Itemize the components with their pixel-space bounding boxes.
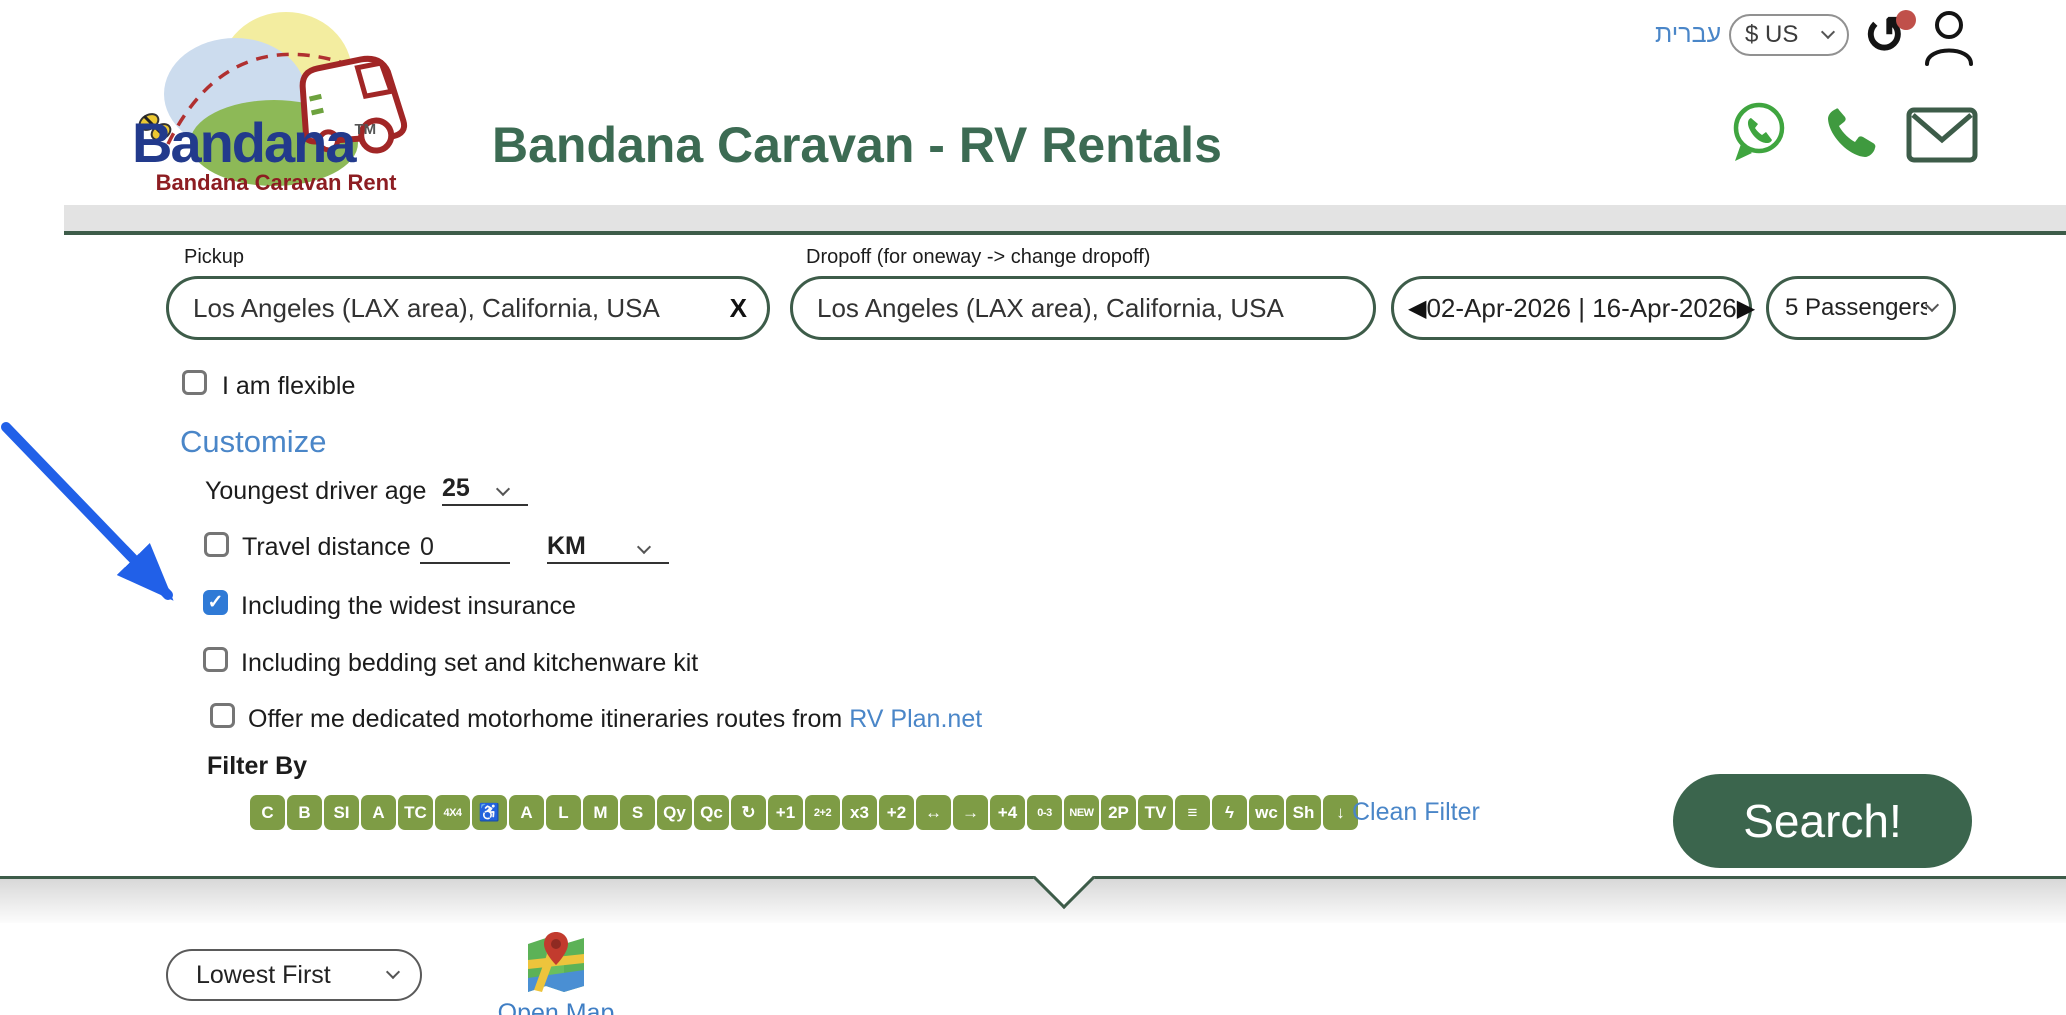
filter-by-label: Filter By <box>207 752 307 781</box>
youngest-driver-label: Youngest driver age <box>205 477 426 506</box>
page-title: Bandana Caravan - RV Rentals <box>492 116 1222 174</box>
header-green-divider <box>64 231 2066 235</box>
filter-family[interactable]: 2P <box>1101 795 1136 830</box>
filter-bed[interactable]: ≡ <box>1175 795 1210 830</box>
filter-wheelchair[interactable]: ♿ <box>472 795 507 830</box>
chevron-down-icon <box>1925 298 1939 312</box>
distance-unit-value[interactable]: KM <box>547 532 639 560</box>
divider-gradient-band <box>0 879 2066 923</box>
filter-2plus2[interactable]: 2+2 <box>805 795 840 830</box>
travel-distance-input[interactable] <box>420 533 506 562</box>
filter-class-a[interactable]: A <box>361 795 396 830</box>
pickup-value: Los Angeles (LAX area), California, USA <box>193 293 730 324</box>
filter-plus4[interactable]: +4 <box>990 795 1025 830</box>
bedding-checkbox[interactable] <box>203 647 228 672</box>
site-logo[interactable]: BandanaTM Bandana Caravan Rent <box>128 4 424 202</box>
itineraries-checkbox[interactable] <box>210 703 235 728</box>
itineraries-label: Offer me dedicated motorhome itineraries… <box>248 705 982 734</box>
map-icon <box>526 930 586 992</box>
filter-class-c[interactable]: C <box>250 795 285 830</box>
date-next-arrow-icon[interactable]: ▶ <box>1737 294 1755 323</box>
pickup-label: Pickup <box>184 246 244 269</box>
email-icon[interactable] <box>1906 106 1978 164</box>
clear-pickup-button[interactable]: X <box>730 293 747 324</box>
date-range-value: 02-Apr-2026 | 16-Apr-2026 <box>1426 293 1736 324</box>
filter-roundtrip[interactable]: ↻ <box>731 795 766 830</box>
pickup-input[interactable]: Los Angeles (LAX area), California, USA … <box>166 276 770 340</box>
filter-family-plus[interactable]: +2 <box>879 795 914 830</box>
open-map-button[interactable]: Open Map <box>496 930 616 1015</box>
whatsapp-icon[interactable] <box>1727 100 1789 164</box>
passengers-select[interactable]: 5 Passengers <box>1766 276 1956 340</box>
filter-size-large[interactable]: L <box>546 795 581 830</box>
filter-truck-camper[interactable]: TC <box>398 795 433 830</box>
filter-tv[interactable]: TV <box>1138 795 1173 830</box>
rv-plan-link[interactable]: RV Plan.net <box>849 705 982 733</box>
filter-class-b[interactable]: B <box>287 795 322 830</box>
header-gray-band <box>64 205 2066 231</box>
filter-size-medium[interactable]: M <box>583 795 618 830</box>
youngest-driver-value[interactable]: 25 <box>442 474 498 502</box>
filter-automatic[interactable]: A <box>509 795 544 830</box>
filter-4x4[interactable]: 4X4 <box>435 795 470 830</box>
date-range-picker[interactable]: ◀ 02-Apr-2026 | 16-Apr-2026 ▶ <box>1391 276 1752 340</box>
chevron-down-icon <box>1821 25 1835 39</box>
itineraries-label-text: Offer me dedicated motorhome itineraries… <box>248 705 842 733</box>
travel-distance-checkbox[interactable] <box>204 532 229 557</box>
filter-width[interactable]: ↔ <box>916 795 951 830</box>
filter-size-small[interactable]: S <box>620 795 655 830</box>
open-map-label: Open Map <box>496 999 616 1015</box>
insurance-label: Including the widest insurance <box>241 592 576 621</box>
filter-x3[interactable]: x3 <box>842 795 877 830</box>
filter-icons: CBSIATC4X4♿ALMSQyQc↻+12+2x3+2↔→+40-3NEW2… <box>250 795 1358 830</box>
distance-unit-select[interactable]: KM <box>547 530 669 564</box>
chevron-down-icon <box>496 482 510 496</box>
dropoff-label: Dropoff (for oneway -> change dropoff) <box>806 246 1150 269</box>
youngest-driver-select[interactable]: 25 <box>442 472 528 506</box>
chevron-down-icon <box>386 965 400 979</box>
bedding-label: Including bedding set and kitchenware ki… <box>241 649 698 678</box>
chevron-down-icon <box>637 540 651 554</box>
filter-qy[interactable]: Qy <box>657 795 692 830</box>
currency-value: $ US <box>1745 21 1823 49</box>
filter-oneway[interactable]: → <box>953 795 988 830</box>
logo-caption: Bandana Caravan Rent <box>128 170 424 196</box>
travel-distance-field[interactable] <box>420 530 510 564</box>
filter-age-0-3[interactable]: 0-3 <box>1027 795 1062 830</box>
logo-wordmark: BandanaTM <box>132 110 376 175</box>
dropoff-value: Los Angeles (LAX area), California, USA <box>817 293 1353 324</box>
notification-dot <box>1896 10 1916 30</box>
sort-value: Lowest First <box>196 961 388 990</box>
customize-link[interactable]: Customize <box>180 424 326 460</box>
sort-select[interactable]: Lowest First <box>166 949 422 1001</box>
flexible-checkbox[interactable] <box>182 370 207 395</box>
insurance-checkbox[interactable]: ✓ <box>203 590 228 615</box>
logo-tm: TM <box>355 121 377 138</box>
travel-distance-label: Travel distance <box>242 533 411 562</box>
clean-filter-link[interactable]: Clean Filter <box>1352 798 1480 827</box>
filter-power[interactable]: ϟ <box>1212 795 1247 830</box>
filter-wc[interactable]: wc <box>1249 795 1284 830</box>
filter-shower[interactable]: Sh <box>1286 795 1321 830</box>
search-button[interactable]: Search! <box>1673 774 1972 868</box>
passengers-value: 5 Passengers <box>1785 294 1927 322</box>
account-icon[interactable] <box>1922 8 1976 68</box>
dropoff-input[interactable]: Los Angeles (LAX area), California, USA <box>790 276 1376 340</box>
check-icon: ✓ <box>208 591 224 614</box>
date-prev-arrow-icon[interactable]: ◀ <box>1408 294 1426 323</box>
filter-qc[interactable]: Qc <box>694 795 729 830</box>
page: BandanaTM Bandana Caravan Rent Bandana C… <box>0 0 2066 1015</box>
language-link-hebrew[interactable]: עברית <box>1655 20 1721 49</box>
filter-extra-person[interactable]: +1 <box>768 795 803 830</box>
phone-icon[interactable] <box>1822 102 1882 162</box>
filter-si[interactable]: SI <box>324 795 359 830</box>
currency-select[interactable]: $ US <box>1729 14 1849 56</box>
flexible-label: I am flexible <box>222 372 355 401</box>
filter-new[interactable]: NEW <box>1064 795 1099 830</box>
